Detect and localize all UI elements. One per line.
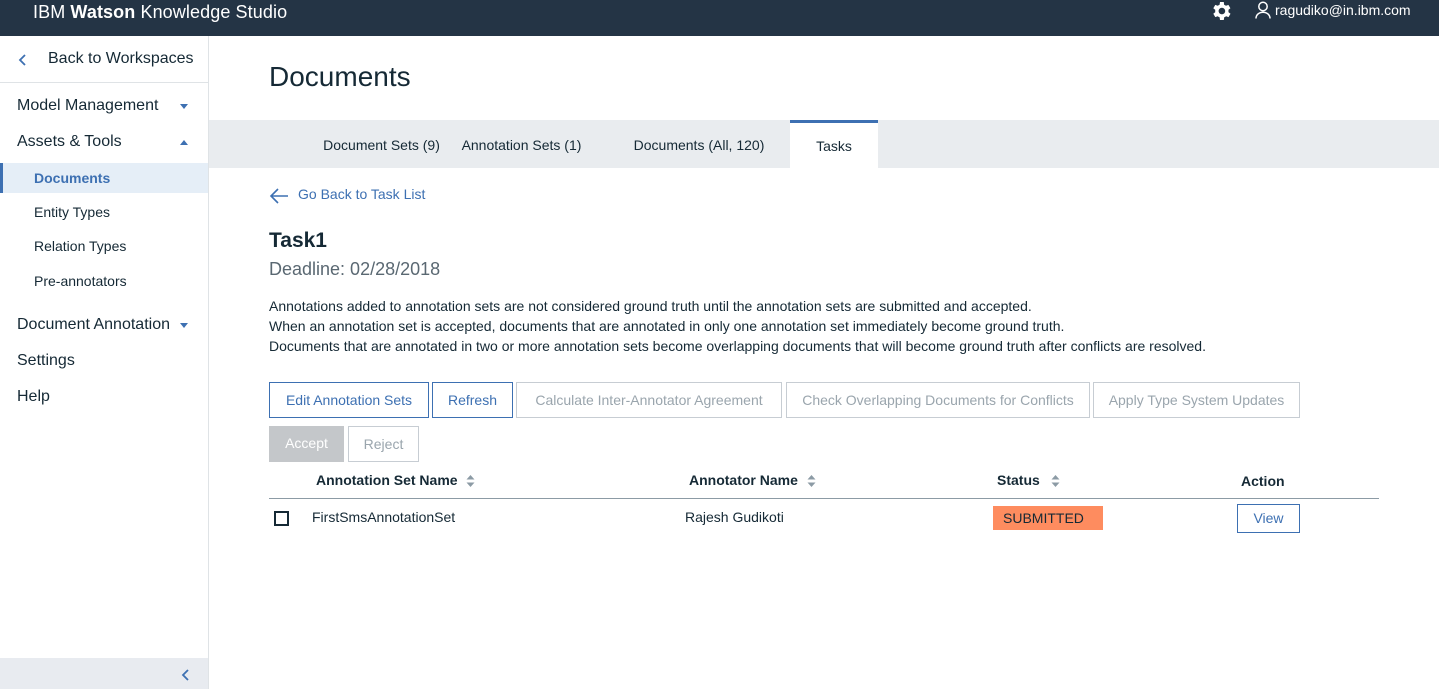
refresh-button[interactable]: Refresh xyxy=(432,382,513,418)
column-header-annotator-name[interactable]: Annotator Name xyxy=(689,472,798,489)
button-label: Refresh xyxy=(447,392,498,408)
nav-group-model-management[interactable]: Model Management xyxy=(0,91,208,121)
calculate-iaa-button[interactable]: Calculate Inter-Annotator Agreement xyxy=(516,382,782,418)
status-badge: SUBMITTED xyxy=(993,506,1103,530)
task-deadline: Deadline: 02/28/2018 xyxy=(269,259,441,279)
nav-group-label: Assets & Tools xyxy=(17,133,122,150)
tab-annotation-sets[interactable]: Annotation Sets (1) xyxy=(434,120,609,168)
sidebar-item-label: Relation Types xyxy=(34,238,127,254)
back-to-workspaces-link[interactable]: Back to Workspaces xyxy=(0,36,208,83)
nav-group-help[interactable]: Help xyxy=(0,382,208,412)
nav-group-label: Settings xyxy=(17,352,75,369)
column-header-action: Action xyxy=(1241,473,1285,489)
brand-suffix: Knowledge Studio xyxy=(140,2,288,22)
sort-icon[interactable] xyxy=(466,474,475,488)
chevron-left-icon xyxy=(18,54,26,66)
button-label: Calculate Inter-Annotator Agreement xyxy=(535,392,763,408)
info-text: Annotations added to annotation sets are… xyxy=(269,298,1032,314)
back-to-workspaces-label: Back to Workspaces xyxy=(48,50,194,67)
sidebar-item-documents[interactable]: Documents xyxy=(0,163,208,193)
tab-tasks[interactable]: Tasks xyxy=(790,120,878,168)
button-label: Check Overlapping Documents for Conflict… xyxy=(802,392,1074,408)
sidebar-item-label: Documents xyxy=(34,170,111,186)
sidebar-item-label: Pre-annotators xyxy=(34,273,127,289)
gear-icon[interactable] xyxy=(1211,1,1231,21)
column-header-annotation-set-name[interactable]: Annotation Set Name xyxy=(316,472,458,489)
sidebar-item-relation-types[interactable]: Relation Types xyxy=(0,231,208,261)
annotator-name-cell: Rajesh Gudikoti xyxy=(685,509,784,525)
user-icon[interactable] xyxy=(1255,1,1271,19)
page-title: Documents xyxy=(269,61,411,92)
button-label: View xyxy=(1253,510,1284,526)
sort-icon[interactable] xyxy=(807,474,816,488)
brand-prefix: IBM xyxy=(33,2,66,22)
annotation-set-name-cell: FirstSmsAnnotationSet xyxy=(312,509,456,525)
nav-group-assets-tools[interactable]: Assets & Tools xyxy=(0,127,208,157)
column-header-status[interactable]: Status xyxy=(997,472,1040,489)
sort-icon[interactable] xyxy=(1051,474,1060,488)
chevron-left-icon xyxy=(181,669,189,681)
sidebar: Back to Workspaces Model Management Asse… xyxy=(0,36,209,689)
button-label: Accept xyxy=(285,435,328,451)
check-overlapping-button[interactable]: Check Overlapping Documents for Conflict… xyxy=(786,382,1090,418)
brand-bold: Watson xyxy=(70,2,136,22)
table-row: FirstSmsAnnotationSet Rajesh Gudikoti SU… xyxy=(269,499,1379,537)
button-label: Edit Annotation Sets xyxy=(285,392,413,408)
top-bar: IBM Watson Knowledge Studio ragudiko@in.… xyxy=(0,0,1439,36)
status-label: SUBMITTED xyxy=(1003,510,1084,526)
tab-label: Tasks xyxy=(816,138,852,154)
info-text: Documents that are annotated in two or m… xyxy=(269,338,1206,354)
app-brand: IBM Watson Knowledge Studio xyxy=(33,1,287,23)
edit-annotation-sets-button[interactable]: Edit Annotation Sets xyxy=(269,382,429,418)
table-header: Annotation Set Name Annotator Name Statu… xyxy=(269,462,1379,499)
button-label: Apply Type System Updates xyxy=(1108,392,1285,408)
tab-label: Annotation Sets (1) xyxy=(461,137,582,153)
caret-up-icon xyxy=(180,140,188,145)
nav-group-settings[interactable]: Settings xyxy=(0,346,208,376)
sidebar-item-pre-annotators[interactable]: Pre-annotators xyxy=(0,266,208,296)
button-label: Reject xyxy=(363,436,404,452)
tab-bar: Document Sets (9) Annotation Sets (1) Do… xyxy=(209,120,1439,168)
caret-down-icon xyxy=(180,104,188,109)
reject-button[interactable]: Reject xyxy=(348,426,419,462)
caret-down-icon xyxy=(180,323,188,328)
info-text: When an annotation set is accepted, docu… xyxy=(269,318,1065,334)
nav-group-label: Help xyxy=(17,388,50,405)
apply-type-system-button[interactable]: Apply Type System Updates xyxy=(1093,382,1300,418)
sidebar-item-label: Entity Types xyxy=(34,204,111,220)
nav-group-label: Model Management xyxy=(17,97,159,114)
arrow-left-icon xyxy=(269,188,288,204)
user-email[interactable]: ragudiko@in.ibm.com xyxy=(1275,1,1411,19)
view-button[interactable]: View xyxy=(1237,504,1300,533)
nav-group-document-annotation[interactable]: Document Annotation xyxy=(0,310,208,340)
task-name: Task1 xyxy=(269,229,327,252)
row-checkbox[interactable] xyxy=(274,511,289,526)
nav-group-label: Document Annotation xyxy=(17,316,170,333)
sidebar-item-entity-types[interactable]: Entity Types xyxy=(0,197,208,227)
go-back-label: Go Back to Task List xyxy=(298,186,426,202)
sidebar-collapse-button[interactable] xyxy=(0,658,208,689)
tab-documents-all[interactable]: Documents (All, 120) xyxy=(609,120,789,168)
tab-label: Documents (All, 120) xyxy=(633,137,765,153)
accept-button[interactable]: Accept xyxy=(269,426,344,462)
